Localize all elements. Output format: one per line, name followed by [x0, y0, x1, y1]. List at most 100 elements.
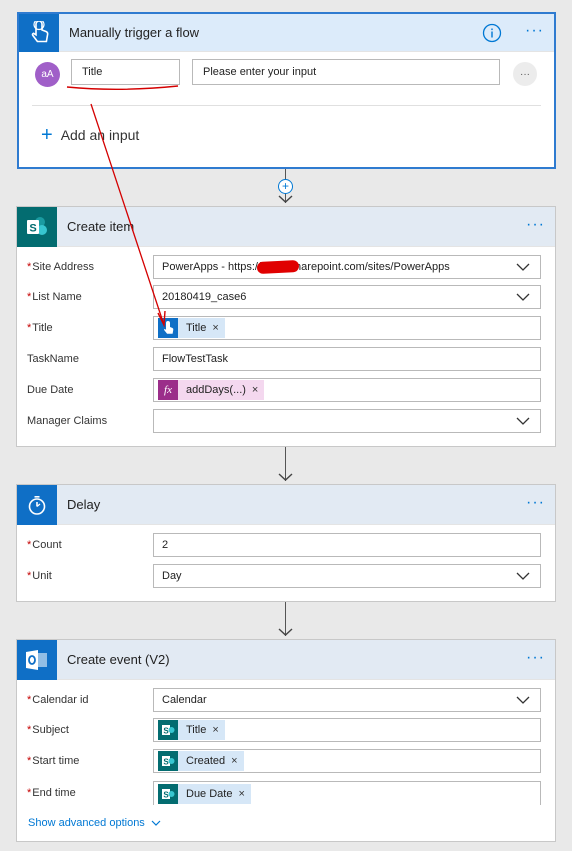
svg-text:S: S	[163, 727, 169, 736]
site-address-dropdown[interactable]: PowerApps - https:// harepoint.com/sites…	[153, 255, 541, 279]
subject-row: *Subject S Title ×	[27, 718, 541, 742]
create-item-title: Create item	[67, 219, 135, 234]
show-advanced-options-link[interactable]: Show advanced options	[28, 817, 161, 829]
title-label-text: Title	[32, 322, 53, 334]
title-row: *Title Title ×	[27, 316, 541, 340]
input-placeholder-field[interactable]: Please enter your input	[192, 59, 500, 85]
redaction-mark	[256, 259, 300, 275]
fx-icon: fx	[158, 380, 178, 400]
calendar-id-dropdown[interactable]: Calendar	[153, 688, 541, 712]
calendar-id-row: *Calendar id Calendar	[27, 688, 541, 712]
manager-claims-row: Manager Claims	[27, 409, 541, 433]
subject-field[interactable]: S Title ×	[153, 718, 541, 742]
trigger-more-menu[interactable]: ···	[525, 23, 544, 39]
list-name-value: 20180419_case6	[162, 291, 247, 303]
unit-value: Day	[162, 570, 182, 582]
trigger-header[interactable]: Manually trigger a flow ···	[19, 13, 554, 52]
taskname-field[interactable]: FlowTestTask	[153, 347, 541, 371]
delay-card: Delay ··· *Count 2 *Unit Day	[16, 484, 556, 602]
insert-step-button[interactable]: +	[278, 179, 293, 194]
title-field[interactable]: Title ×	[153, 316, 541, 340]
chevron-down-icon	[516, 417, 530, 425]
manager-claims-dropdown[interactable]	[153, 409, 541, 433]
end-time-token[interactable]: S Due Date ×	[158, 783, 251, 804]
avatar: aA	[35, 62, 60, 87]
due-date-field[interactable]: fx addDays(...) ×	[153, 378, 541, 402]
due-date-label: Due Date	[27, 384, 74, 396]
start-time-row: *Start time S Created ×	[27, 749, 541, 773]
start-time-token-text: Created	[186, 755, 226, 767]
calendar-id-value: Calendar	[162, 694, 207, 706]
count-label: *Count	[27, 539, 153, 551]
site-address-label: *Site Address	[27, 261, 153, 273]
start-time-token[interactable]: S Created ×	[158, 751, 244, 771]
unit-dropdown[interactable]: Day	[153, 564, 541, 588]
required-marker: *	[27, 724, 32, 736]
divider	[32, 105, 541, 106]
svg-text:S: S	[163, 790, 169, 799]
add-input-button[interactable]: + Add an input	[41, 124, 139, 146]
calendar-id-label: *Calendar id	[27, 694, 153, 706]
remove-token-icon[interactable]: ×	[212, 724, 218, 736]
start-time-field[interactable]: S Created ×	[153, 749, 541, 773]
create-event-header[interactable]: Create event (V2) ···	[17, 639, 555, 680]
due-date-token[interactable]: fx addDays(...) ×	[158, 380, 265, 400]
required-marker: *	[27, 694, 32, 706]
chevron-down-icon	[516, 696, 530, 704]
create-item-more-menu[interactable]: ···	[526, 217, 545, 233]
down-arrow-icon	[278, 195, 293, 203]
subject-token-text: Title	[186, 724, 207, 736]
manager-claims-label: Manager Claims	[27, 415, 108, 427]
remove-token-icon[interactable]: ×	[252, 384, 258, 396]
delay-header[interactable]: Delay ···	[17, 484, 555, 525]
required-marker: *	[27, 570, 32, 582]
trigger-card: Manually trigger a flow ··· aA Title Ple…	[17, 12, 556, 169]
plus-icon: +	[41, 124, 53, 146]
count-field[interactable]: 2	[153, 533, 541, 557]
create-event-more-menu[interactable]: ···	[526, 650, 545, 666]
input-name-field[interactable]: Title	[71, 59, 180, 85]
title-label: *Title	[27, 322, 153, 334]
trigger-title: Manually trigger a flow	[69, 25, 200, 40]
title-token[interactable]: Title ×	[158, 318, 225, 338]
list-name-row: *List Name 20180419_case6	[27, 285, 541, 309]
list-name-dropdown[interactable]: 20180419_case6	[153, 285, 541, 309]
taskname-value: FlowTestTask	[162, 353, 229, 365]
unit-label: *Unit	[27, 570, 153, 582]
required-marker: *	[27, 261, 32, 273]
remove-token-icon[interactable]: ×	[238, 788, 244, 800]
end-time-token-text: Due Date	[186, 787, 233, 800]
unit-label-text: Unit	[32, 570, 52, 582]
site-address-value: PowerApps - https://	[162, 261, 262, 273]
timer-icon	[17, 484, 57, 525]
chevron-down-icon	[516, 572, 530, 580]
remove-token-icon[interactable]: ×	[231, 755, 237, 767]
sharepoint-token-icon: S	[158, 720, 178, 740]
chevron-down-icon	[516, 293, 530, 301]
sharepoint-token-icon: S	[158, 783, 178, 804]
create-item-header[interactable]: S Create item ···	[17, 206, 555, 247]
create-event-title: Create event (V2)	[67, 652, 170, 667]
delay-more-menu[interactable]: ···	[526, 495, 545, 511]
subject-label: *Subject	[27, 724, 153, 736]
end-time-row: *End time S Due Date ×	[27, 781, 541, 805]
subject-token[interactable]: S Title ×	[158, 720, 225, 740]
end-time-field[interactable]: S Due Date ×	[153, 781, 541, 805]
input-more-button[interactable]: ···	[513, 62, 537, 86]
required-marker: *	[27, 322, 32, 334]
create-event-card: Create event (V2) ··· *Calendar id Calen…	[16, 639, 556, 842]
delay-title: Delay	[67, 497, 101, 512]
remove-token-icon[interactable]: ×	[212, 322, 218, 334]
create-item-card: S Create item ··· *Site Address PowerApp…	[16, 206, 556, 447]
info-icon[interactable]	[482, 23, 502, 46]
chevron-down-icon	[516, 263, 530, 271]
required-marker: *	[27, 755, 32, 767]
list-name-label-text: List Name	[32, 291, 82, 303]
svg-text:S: S	[163, 758, 169, 767]
start-time-label: *Start time	[27, 755, 153, 767]
count-row: *Count 2	[27, 533, 541, 557]
sharepoint-token-icon: S	[158, 751, 178, 771]
taskname-row: TaskName FlowTestTask	[27, 347, 541, 371]
down-arrow-icon	[278, 628, 293, 636]
outlook-icon	[17, 639, 57, 680]
